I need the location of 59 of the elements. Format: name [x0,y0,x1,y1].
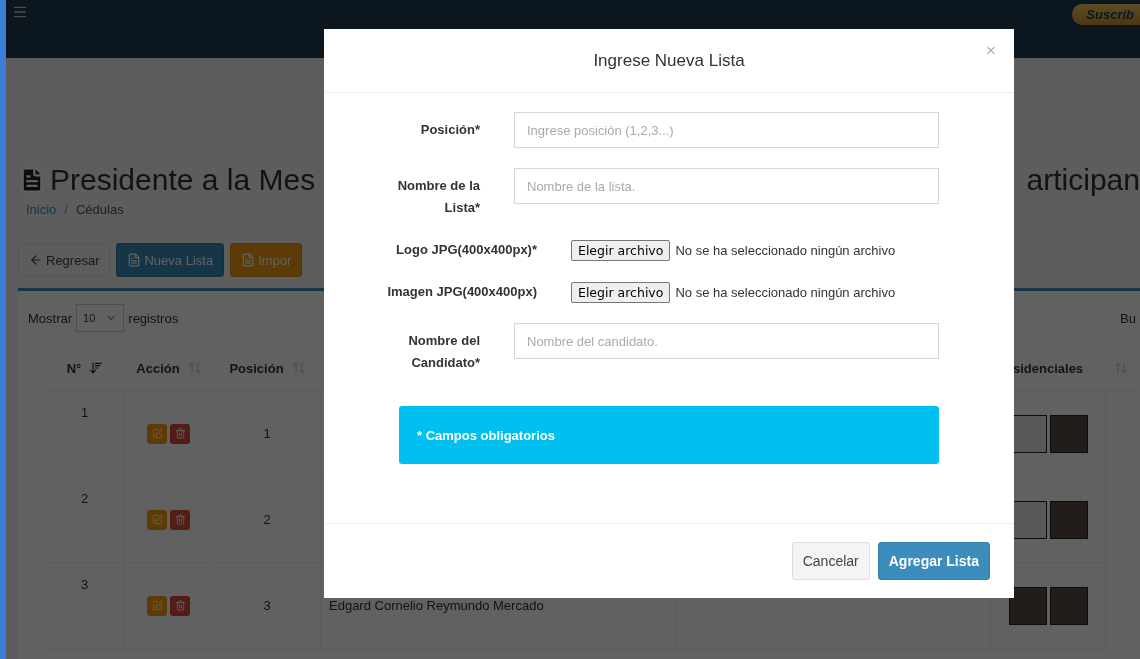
photo-placeholder [1049,414,1088,453]
table-cell: 2 [46,477,124,563]
cancel-button[interactable]: Cancelar [791,542,870,580]
trash-icon [174,428,186,439]
photo-placeholder [1008,586,1047,625]
back-button[interactable]: Regresar [18,243,111,277]
table-cell: 1 [214,391,321,477]
submit-button[interactable]: Agregar Lista [877,542,990,580]
page-title: Presidente a la Mes [18,163,316,197]
field-label: Nombre de la Lista* [396,177,480,217]
photo-placeholder [1049,500,1088,539]
breadcrumb-link[interactable]: Inicio [26,202,57,217]
edit-button[interactable] [147,509,167,530]
delete-button[interactable] [170,509,190,530]
page-size-select[interactable]: 10 [76,304,125,332]
close-button[interactable]: × [986,41,996,61]
trash-icon [174,514,186,525]
table-cell: 2 [214,477,321,563]
delete-button[interactable] [170,423,190,444]
edit-icon [151,514,163,525]
trash-icon [174,600,186,611]
modal-title: Ingrese Nueva Lista [593,50,745,71]
input-field[interactable]: Nombre del candidato. [514,323,939,359]
sort-icon[interactable] [89,361,104,375]
column-header[interactable]: N° [46,346,124,391]
photo-placeholder [1049,586,1088,625]
edit-icon [151,428,163,439]
delete-button[interactable] [170,595,190,616]
breadcrumb-link[interactable]: Cédulas [76,202,124,217]
required-notice: * Campos obligatorios [399,406,939,464]
field-label: Nombre del Candidato* [407,332,480,372]
menu-icon[interactable] [12,4,28,20]
edit-button[interactable] [147,595,167,616]
action-button[interactable]: Nueva Lista [116,243,225,277]
field-label: Logo JPG(400x400px)* [395,241,537,259]
records-label: registros [128,310,179,326]
file-status: No se ha seleccionado ningún archivo [675,285,896,300]
document-icon [127,253,142,267]
file-status: No se ha seleccionado ningún archivo [675,243,896,258]
choose-file-button[interactable]: Elegir archivo [571,240,671,261]
table-cell: 3 [46,563,124,649]
document-icon [241,253,256,267]
page-title: articipan [1026,163,1140,197]
edit-icon [151,600,163,611]
table-cell: 1 [46,391,124,477]
input-field[interactable]: Ingrese posición (1,2,3...) [514,112,939,148]
subscribe-badge[interactable]: Suscrib [1072,4,1140,25]
action-button[interactable]: Impor [230,243,303,277]
edit-button[interactable] [147,423,167,444]
show-label: Mostrar [28,310,73,326]
search-label: Bu [1120,310,1136,326]
breadcrumb-separator: / [64,202,68,217]
column-header[interactable]: Posición [214,346,321,391]
input-field[interactable]: Nombre de la lista. [514,168,939,204]
field-label: Posición* [419,121,480,139]
table-cell: 3 [214,563,321,649]
column-header[interactable]: Acción [124,346,214,391]
choose-file-button[interactable]: Elegir archivo [571,282,671,303]
field-label: Imagen JPG(400x400px) [386,283,537,301]
